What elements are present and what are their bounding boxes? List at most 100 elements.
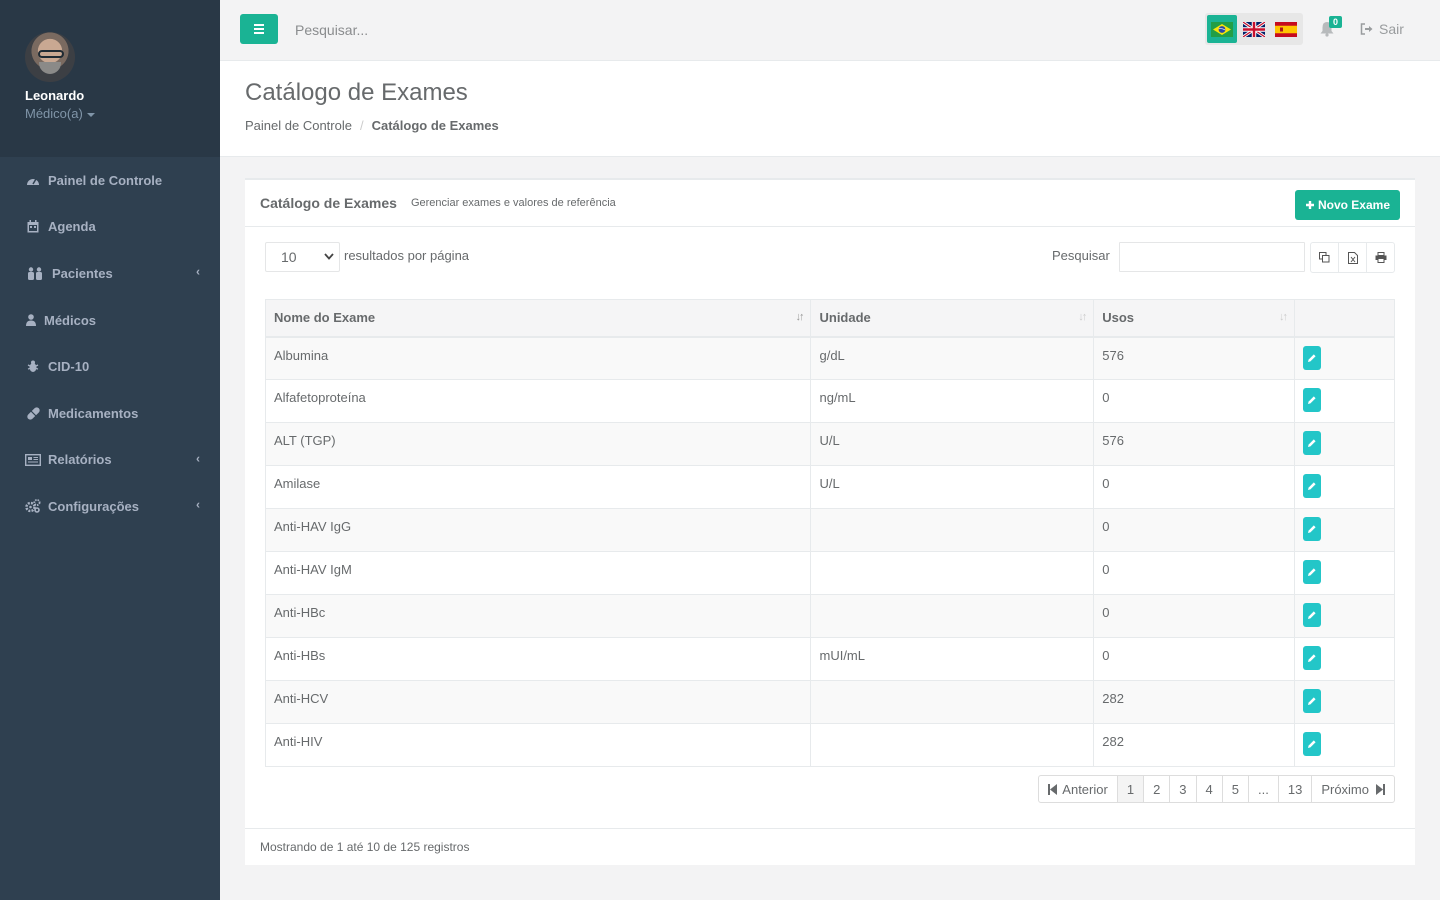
- panel-header: Catálogo de Exames Gerenciar exames e va…: [245, 180, 1415, 227]
- pagination-page[interactable]: 1: [1116, 775, 1145, 803]
- pencil-icon: [1308, 439, 1316, 447]
- excel-button[interactable]: [1338, 242, 1367, 273]
- breadcrumb-current: Catálogo de Exames: [371, 118, 499, 133]
- unit-cell: [810, 551, 1095, 595]
- pill-icon: [25, 406, 41, 420]
- newspaper-icon: [25, 453, 41, 467]
- table-row: Anti-HAV IgG 0: [264, 508, 1395, 552]
- user-md-icon: [25, 313, 37, 327]
- pagination: Anterior 1 2 3 4 5 ... 13 Próximo: [1038, 775, 1395, 803]
- pagination-ellipsis: ...: [1248, 775, 1279, 803]
- table-row: Amilase U/L 0: [264, 465, 1395, 509]
- pagination-previous[interactable]: Anterior: [1038, 775, 1118, 803]
- user-role-dropdown[interactable]: Médico(a): [25, 106, 220, 121]
- table-row: Anti-HCV 282: [264, 680, 1395, 724]
- edit-button[interactable]: [1303, 388, 1322, 412]
- edit-button[interactable]: [1303, 646, 1322, 670]
- unit-cell: U/L: [810, 422, 1095, 466]
- breadcrumb-separator: /: [359, 118, 364, 133]
- pagination-page[interactable]: 4: [1195, 775, 1223, 803]
- menu-toggle-button[interactable]: [240, 14, 278, 44]
- exam-name-cell: Anti-HBs: [264, 637, 812, 681]
- table-body: Albumina g/dL 576 Alfafetoproteína ng/mL 0 ALT…: [264, 336, 1395, 767]
- unit-cell: ng/mL: [810, 379, 1095, 423]
- sort-icon: ↓↑: [1279, 311, 1288, 323]
- flag-brazil-icon[interactable]: [1207, 15, 1237, 43]
- table-row: Anti-HBc 0: [264, 594, 1395, 638]
- edit-button[interactable]: [1303, 345, 1322, 370]
- actions-cell: [1294, 422, 1395, 466]
- edit-button[interactable]: [1303, 517, 1322, 541]
- edit-button[interactable]: [1303, 474, 1322, 498]
- exam-name-cell: Amilase: [264, 465, 812, 509]
- avatar[interactable]: [25, 32, 75, 82]
- actions-cell: [1294, 680, 1395, 724]
- usage-cell: 0: [1093, 594, 1296, 638]
- column-label: Usos: [1102, 310, 1135, 326]
- unit-cell: [810, 594, 1095, 638]
- sidebar-item-painel[interactable]: Painel de Controle: [0, 157, 220, 204]
- column-header-nome[interactable]: Nome do Exame ↓↑: [264, 299, 812, 338]
- page-size-select[interactable]: 10: [265, 242, 340, 272]
- sidebar-item-agenda[interactable]: Agenda: [0, 204, 220, 251]
- exam-name-cell: ALT (TGP): [264, 422, 812, 466]
- panel-title: Catálogo de Exames: [260, 195, 397, 211]
- unit-cell: mUI/mL: [810, 637, 1095, 681]
- table-row: Anti-HBs mUI/mL 0: [264, 637, 1395, 681]
- flag-uk-icon[interactable]: [1239, 15, 1269, 43]
- actions-cell: [1294, 594, 1395, 638]
- sidebar-item-pacientes[interactable]: Pacientes ‹: [0, 250, 220, 297]
- unit-cell: g/dL: [810, 336, 1095, 380]
- pagination-page[interactable]: 2: [1143, 775, 1171, 803]
- pagination-page[interactable]: 5: [1221, 775, 1249, 803]
- exam-name-cell: Alfafetoproteína: [264, 379, 812, 423]
- edit-button[interactable]: [1303, 689, 1322, 713]
- print-button[interactable]: [1366, 242, 1395, 273]
- pencil-icon: [1308, 740, 1316, 748]
- panel-subtitle: Gerenciar exames e valores de referência: [410, 197, 616, 209]
- table-search-input[interactable]: [1119, 242, 1305, 272]
- usage-cell: 0: [1093, 379, 1296, 423]
- pencil-icon: [1308, 396, 1316, 404]
- new-exam-button[interactable]: Novo Exame: [1294, 190, 1400, 220]
- usage-cell: 0: [1093, 637, 1296, 681]
- sidebar-item-cid10[interactable]: CID-10: [0, 343, 220, 390]
- table-row: Alfafetoproteína ng/mL 0: [264, 379, 1395, 423]
- logout-link[interactable]: Sair: [1360, 21, 1404, 37]
- new-exam-label: Novo Exame: [1317, 198, 1390, 212]
- top-search-input[interactable]: [286, 14, 586, 46]
- actions-cell: [1294, 465, 1395, 509]
- sidebar-item-medicos[interactable]: Médicos: [0, 297, 220, 344]
- pagination-next-label: Próximo: [1321, 781, 1369, 797]
- edit-button[interactable]: [1303, 431, 1322, 455]
- flag-spain-icon[interactable]: [1271, 15, 1301, 43]
- table-row: Anti-HAV IgM 0: [264, 551, 1395, 595]
- table-row: ALT (TGP) U/L 576: [264, 422, 1395, 466]
- column-label: Nome do Exame: [274, 310, 376, 326]
- exams-panel: Catálogo de Exames Gerenciar exames e va…: [245, 178, 1415, 865]
- exam-name-cell: Anti-HIV: [264, 723, 812, 767]
- pagination-page[interactable]: 3: [1169, 775, 1197, 803]
- column-header-usos[interactable]: Usos ↓↑: [1093, 299, 1296, 338]
- sidebar-item-relatorios[interactable]: Relatórios ‹: [0, 437, 220, 484]
- pencil-icon: [1308, 654, 1316, 662]
- edit-button[interactable]: [1303, 560, 1322, 584]
- pencil-icon: [1308, 353, 1316, 362]
- breadcrumb-link-painel[interactable]: Painel de Controle: [245, 118, 352, 133]
- step-backward-icon: [1048, 783, 1058, 795]
- sidebar-item-configuracoes[interactable]: Configurações ‹: [0, 483, 220, 530]
- edit-button[interactable]: [1303, 732, 1322, 756]
- copy-button[interactable]: [1310, 242, 1339, 273]
- usage-cell: 576: [1093, 422, 1296, 466]
- sidebar-item-label: Médicos: [44, 312, 97, 328]
- column-header-unidade[interactable]: Unidade ↓↑: [810, 299, 1095, 338]
- edit-button[interactable]: [1303, 603, 1322, 627]
- sidebar-item-label: Agenda: [48, 219, 96, 235]
- pencil-icon: [1308, 525, 1316, 533]
- plus-icon: [1305, 201, 1314, 209]
- pagination-next[interactable]: Próximo: [1311, 775, 1395, 803]
- notification-badge: 0: [1329, 16, 1343, 28]
- pagination-page[interactable]: 13: [1277, 775, 1313, 803]
- sidebar-item-medicamentos[interactable]: Medicamentos: [0, 390, 220, 437]
- actions-cell: [1294, 379, 1395, 423]
